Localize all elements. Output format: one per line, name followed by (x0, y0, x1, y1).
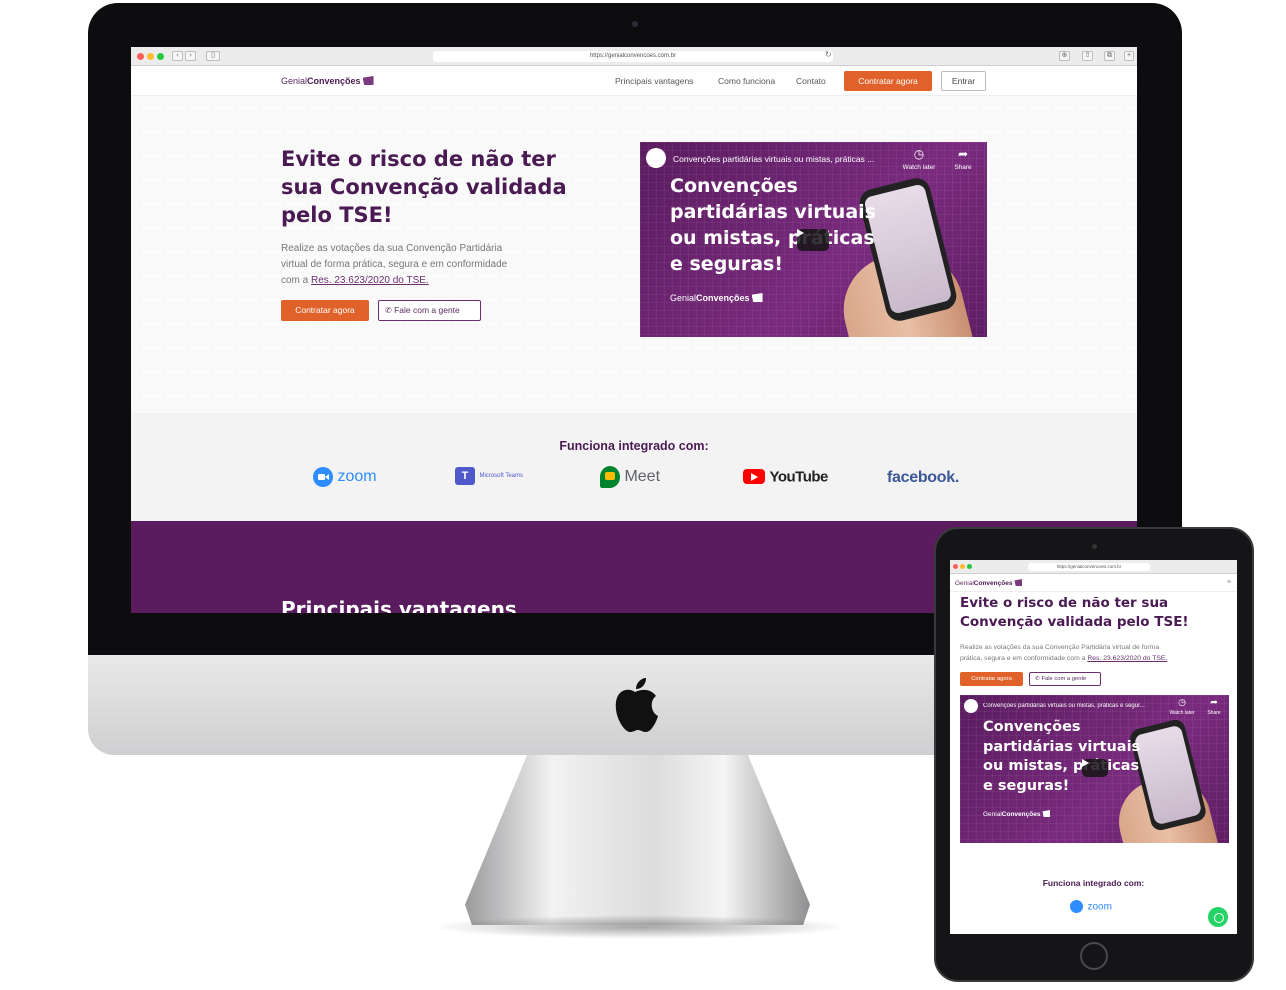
apple-logo-icon (615, 678, 658, 732)
tablet-hero-title: Evite o risco de não ter sua Convenção v… (960, 595, 1189, 630)
share-icon[interactable]: ⇧ (1082, 51, 1093, 61)
new-tab-icon[interactable]: + (1124, 51, 1134, 61)
tablet-tse-resolution-link[interactable]: Res. 23.623/2020 do TSE. (1087, 655, 1167, 662)
zoom-camera-icon (1070, 900, 1083, 914)
imac-stand (465, 755, 810, 925)
clock-icon[interactable]: ◷ (898, 147, 940, 161)
tse-resolution-link[interactable]: Res. 23.623/2020 do TSE. (311, 275, 429, 286)
home-button[interactable] (1080, 942, 1108, 970)
whatsapp-float-icon[interactable] (1208, 907, 1228, 927)
youtube-play-icon (743, 469, 765, 485)
fale-conosco-button[interactable]: ✆ Fale com a gente (378, 300, 481, 321)
zoom-camera-icon (313, 467, 333, 487)
camera-icon (632, 21, 638, 27)
teams-logo: T Microsoft Teams (455, 467, 523, 491)
reload-icon[interactable]: ↻ (825, 50, 832, 59)
camera-icon (1092, 544, 1097, 549)
video-title[interactable]: Convenções partidárias virtuais ou mista… (673, 154, 898, 164)
tablet-video-headline: Convenções partidárias virtuais ou mista… (983, 719, 1141, 794)
play-button[interactable] (1082, 759, 1108, 777)
entrar-button[interactable]: Entrar (941, 71, 986, 91)
check-badge-icon (1042, 810, 1051, 817)
share-arrow-icon[interactable]: ➦ (948, 147, 978, 161)
tablet-site-header: GenialConvenções ≡ (950, 574, 1237, 592)
nav-link-vantagens[interactable]: Principais vantagens (615, 76, 693, 86)
video-player[interactable]: Convenções partidárias virtuais ou mista… (640, 142, 987, 337)
channel-avatar-icon[interactable] (646, 148, 666, 168)
menu-icon[interactable]: ≡ (1227, 579, 1231, 586)
tablet-video-player[interactable]: Convenções partidárias virtuais ou mista… (960, 695, 1229, 843)
whatsapp-icon: ✆ (385, 306, 392, 315)
clock-icon[interactable]: ◷ (1166, 697, 1198, 708)
maximize-window-icon[interactable] (157, 53, 164, 60)
video-headline: Convenções partidárias virtuais ou mista… (670, 175, 876, 275)
whatsapp-icon: ✆ (1035, 676, 1040, 682)
minimize-window-icon[interactable] (960, 564, 965, 569)
check-badge-icon (1014, 579, 1023, 586)
tablet-screen: https://genialconvencoes.com.br GenialCo… (950, 560, 1237, 934)
tablet-address-bar[interactable]: https://genialconvencoes.com.br (1028, 563, 1150, 571)
tablet-contratar-button[interactable]: Contratar agora (960, 672, 1023, 686)
forward-icon[interactable]: › (185, 51, 196, 61)
hero-title: Evite o risco de não ter sua Convenção v… (281, 147, 567, 227)
teams-icon: T (455, 467, 475, 485)
youtube-logo: YouTube (743, 468, 828, 492)
contratar-hero-button[interactable]: Contratar agora (281, 300, 369, 321)
share-arrow-icon[interactable]: ➦ (1202, 697, 1226, 708)
share-label[interactable]: Share (1202, 710, 1226, 716)
check-badge-icon (362, 76, 374, 85)
watch-later-label[interactable]: Watch later (898, 164, 940, 171)
zoom-logo: zoom (313, 467, 377, 491)
nav-link-como-funciona[interactable]: Como funciona (718, 76, 775, 86)
video-brand-logo: GenialConvenções (670, 293, 763, 303)
download-icon[interactable]: ⊕ (1059, 51, 1070, 61)
facebook-logo: facebook. (887, 469, 959, 486)
watch-later-label[interactable]: Watch later (1166, 710, 1198, 716)
play-button[interactable] (797, 229, 829, 251)
address-bar[interactable]: https://genialconvencoes.com.br (433, 51, 833, 62)
meet-icon (600, 466, 620, 488)
tablet-hero-description: Realize as votações da sua Convenção Par… (960, 644, 1168, 662)
channel-avatar-icon[interactable] (964, 699, 978, 713)
hero-description: Realize as votações da sua Convenção Par… (281, 243, 508, 286)
integrations-title: Funciona integrado com: (559, 439, 709, 453)
browser-toolbar: ‹ › ▯ https://genialconvencoes.com.br ↻ … (131, 47, 1137, 66)
tabs-icon[interactable]: ⧉ (1104, 51, 1115, 61)
tablet-fale-conosco-button[interactable]: ✆ Fale com a gente (1029, 672, 1101, 686)
close-window-icon[interactable] (953, 564, 958, 569)
site-logo[interactable]: GenialConvenções (281, 76, 374, 86)
vantagens-title: Principais vantagens (281, 597, 517, 613)
maximize-window-icon[interactable] (967, 564, 972, 569)
contratar-nav-button[interactable]: Contratar agora (844, 71, 932, 91)
tablet-site-logo[interactable]: GenialConvenções (955, 579, 1023, 587)
imac-shadow (430, 915, 850, 939)
minimize-window-icon[interactable] (147, 53, 154, 60)
share-label[interactable]: Share (948, 164, 978, 171)
site-header: GenialConvenções Principais vantagens Co… (131, 66, 1137, 96)
back-icon[interactable]: ‹ (172, 51, 183, 61)
tablet-browser-toolbar: https://genialconvencoes.com.br (950, 560, 1237, 574)
tablet-integrations-title: Funciona integrado com: (1042, 878, 1145, 888)
meet-logo: Meet (600, 466, 660, 492)
tablet-zoom-logo: zoom (1070, 898, 1112, 916)
nav-link-contato[interactable]: Contato (796, 76, 826, 86)
tablet-video-title[interactable]: Convenções partidárias virtuais ou mista… (983, 703, 1158, 709)
check-badge-icon (751, 293, 763, 302)
sidebar-icon[interactable]: ▯ (206, 51, 220, 61)
close-window-icon[interactable] (137, 53, 144, 60)
video-brand-logo: GenialConvenções (983, 810, 1051, 818)
